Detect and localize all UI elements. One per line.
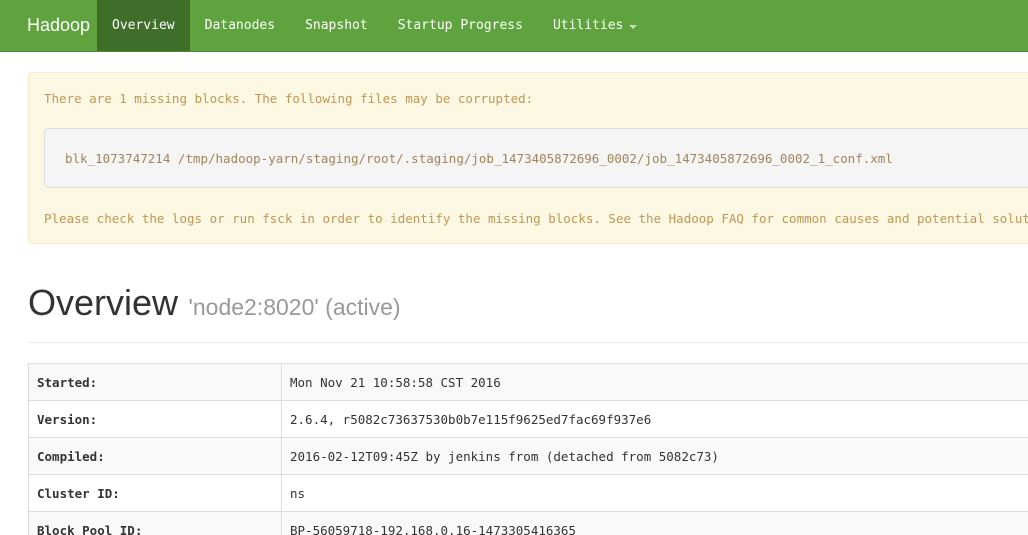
- header-divider: [28, 342, 1028, 343]
- corrupt-file-list: blk_1073747214 /tmp/hadoop-yarn/staging/…: [44, 128, 1028, 188]
- alert-message: There are 1 missing blocks. The followin…: [44, 91, 534, 106]
- chevron-down-icon: [629, 24, 638, 29]
- row-key: Block Pool ID:: [28, 511, 282, 535]
- overview-info-table: Started: Mon Nov 21 10:58:58 CST 2016 Ve…: [28, 363, 1028, 535]
- nav-datanodes[interactable]: Datanodes: [190, 0, 290, 51]
- table-row: Cluster ID: ns: [28, 474, 1028, 512]
- table-row: Started: Mon Nov 21 10:58:58 CST 2016: [28, 363, 1028, 401]
- alert-help-suffix: for common causes and potential solution…: [751, 211, 1028, 226]
- page-title: Overview: [28, 282, 179, 323]
- row-value: 2016-02-12T09:45Z by jenkins from (detac…: [281, 437, 1028, 475]
- nav-overview[interactable]: Overview: [97, 0, 190, 51]
- brand-logo[interactable]: Hadoop: [0, 0, 97, 51]
- row-value: Mon Nov 21 10:58:58 CST 2016: [281, 363, 1028, 401]
- nav-startup-progress[interactable]: Startup Progress: [383, 0, 538, 51]
- row-key: Cluster ID:: [28, 474, 282, 512]
- table-row: Compiled: 2016-02-12T09:45Z by jenkins f…: [28, 437, 1028, 475]
- alert-help-prefix: Please check the logs or run fsck in ord…: [44, 211, 669, 226]
- row-key: Compiled:: [28, 437, 282, 475]
- row-value: BP-56059718-192.168.0.16-1473305416365: [281, 511, 1028, 535]
- row-key: Version:: [28, 400, 282, 438]
- top-navbar: Hadoop Overview Datanodes Snapshot Start…: [0, 0, 1028, 52]
- nav-utilities-label: Utilities: [552, 18, 624, 33]
- table-row: Block Pool ID: BP-56059718-192.168.0.16-…: [28, 511, 1028, 535]
- alert-help-text: Please check the logs or run fsck in ord…: [44, 211, 1028, 226]
- missing-blocks-alert: There are 1 missing blocks. The followin…: [28, 72, 1028, 244]
- table-row: Version: 2.6.4, r5082c73637530b0b7e115f9…: [28, 400, 1028, 438]
- nav-utilities[interactable]: Utilities: [538, 0, 652, 51]
- row-value: ns: [281, 474, 1028, 512]
- row-key: Started:: [28, 363, 282, 401]
- hadoop-faq-link[interactable]: Hadoop FAQ: [669, 211, 744, 226]
- namenode-address: 'node2:8020' (active): [188, 294, 401, 320]
- row-value: 2.6.4, r5082c73637530b0b7e115f9625ed7fac…: [281, 400, 1028, 438]
- nav-snapshot[interactable]: Snapshot: [290, 0, 383, 51]
- corrupt-file-item: blk_1073747214 /tmp/hadoop-yarn/staging/…: [65, 151, 893, 166]
- page-header: Overview 'node2:8020' (active): [28, 282, 401, 324]
